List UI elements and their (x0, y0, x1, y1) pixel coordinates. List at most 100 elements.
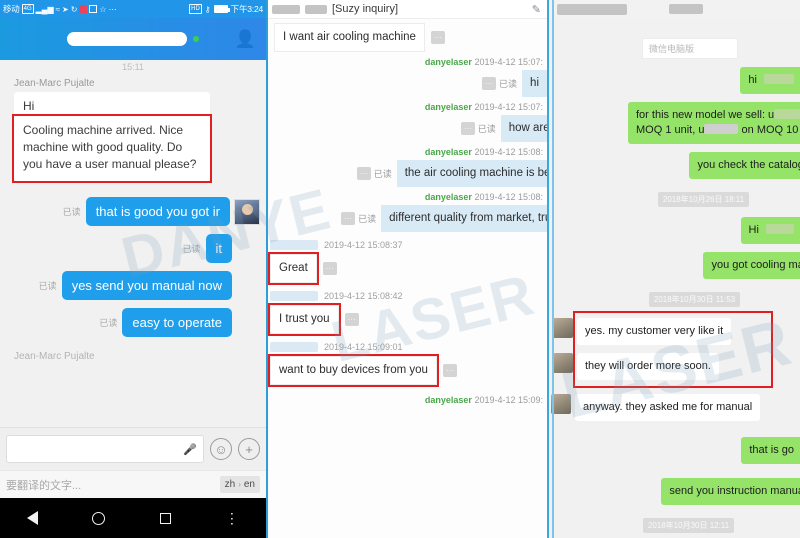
outgoing-message-row[interactable]: ⋯ 已读 hi (266, 70, 547, 97)
app-header: 👤 (0, 18, 266, 60)
screenshot-icon (89, 5, 98, 13)
microphone-icon[interactable]: 🎤 (183, 443, 197, 456)
plus-icon[interactable]: + (238, 438, 260, 460)
source-label-row: 微信电脑版 (547, 24, 800, 63)
system-timestamp-row: 2018年10月26日 18:11 (547, 183, 800, 213)
message-bubble-outgoing: that is go (741, 437, 800, 464)
message-bubble-incoming: anyway. they asked me for manual (575, 394, 761, 421)
mid-chat-header: [Suzy inquiry] ✎ (266, 0, 547, 19)
incoming-message-row[interactable]: I trust you ⋯ (266, 303, 547, 336)
status-bar-left-icons: 移动 4G ▂▄▆ ≈ ➤ ↻ ☆ ⋯ (3, 3, 189, 15)
sender-label: danyelaser (424, 192, 472, 202)
more-actions-icon[interactable]: ⋯ (344, 313, 359, 326)
message-line-1: for this new model we sell: u (636, 108, 800, 123)
timestamp: 2019-4-12 15:07: (474, 102, 543, 112)
system-timestamp-row: 2018年10月30日 12:11 (547, 509, 800, 538)
sync-icon: ↻ (70, 4, 78, 14)
incoming-message-row[interactable]: they will order more soon. (549, 349, 771, 386)
read-receipt: 已读 (99, 318, 118, 328)
more-vertical-icon[interactable]: ⋮ (225, 510, 239, 527)
contact-redacted (557, 3, 627, 15)
home-icon[interactable] (92, 511, 106, 525)
sender-label: danyelaser (424, 102, 472, 112)
lang-from-label: zh (224, 479, 236, 490)
left-chat-body[interactable]: 15:11 Jean-Marc Pujalte Hi Cooling machi… (0, 60, 266, 470)
wechat-header (547, 0, 800, 18)
incoming-message-row[interactable]: yes. my customer very like it (549, 313, 771, 349)
outgoing-message-row[interactable]: for this new model we sell: u MOQ 1 unit… (547, 98, 800, 148)
message-meta: danyelaser 2019-4-12 15:09: (266, 385, 547, 408)
outgoing-message-row[interactable]: 已读 it (0, 234, 232, 263)
outgoing-message-row[interactable]: ⋯已读 different quality from market, trust… (266, 205, 547, 232)
more-actions-icon[interactable]: ⋯ (442, 364, 457, 377)
wifi-icon: ≈ (55, 4, 60, 14)
incoming-message-row[interactable]: want to buy devices from you ⋯ (266, 354, 547, 387)
avatar (553, 318, 573, 338)
outgoing-message-row[interactable]: 已读 that is good you got ir (0, 197, 260, 226)
online-dot-icon (193, 36, 199, 42)
timestamp-row: 2019-4-12 15:08:37 (266, 232, 547, 254)
message-bubble-outgoing: you got cooling machin (703, 252, 800, 279)
message-meta: danyelaser 2019-4-12 15:08: (266, 142, 547, 160)
highlighted-message-text: Cooling machine arrived. Nice machine wi… (12, 114, 212, 183)
outgoing-message-row[interactable]: that is go (547, 425, 800, 468)
recents-icon[interactable] (159, 512, 171, 524)
contact-redacted (272, 4, 300, 14)
incoming-message-row[interactable]: Great ⋯ (266, 252, 547, 285)
redacted-text (764, 74, 794, 84)
avatar (234, 198, 260, 225)
outgoing-message-row[interactable]: hi (547, 63, 800, 98)
left-panel-android-chat: 移动 4G ▂▄▆ ≈ ➤ ↻ ☆ ⋯ HD ⚷ 下午3:24 👤 15:11 … (0, 0, 266, 538)
outgoing-message-row[interactable]: ⋯已读 the air cooling machine is best u (266, 160, 547, 187)
system-timestamp: 2018年10月26日 18:11 (657, 192, 750, 207)
timestamp-row: 2019-4-12 15:09:01 (266, 334, 547, 356)
battery-icon (213, 5, 230, 13)
outgoing-message-row[interactable]: send you instruction manual la (547, 468, 800, 509)
compose-icon[interactable]: ✎ (532, 3, 541, 16)
message-bubble-incoming: yes. my customer very like it (577, 318, 732, 345)
outgoing-message-row[interactable]: 已读 easy to operate (0, 308, 232, 337)
timestamp: 2019-4-12 15:07: (474, 57, 543, 67)
outgoing-message-row[interactable]: Hi (547, 213, 800, 248)
read-receipt: ⋯ 已读 (460, 122, 496, 135)
more-actions-icon[interactable]: ⋯ (322, 262, 337, 275)
outgoing-message-row[interactable]: ⋯已读 how are yo (266, 115, 547, 142)
language-selector[interactable]: zh › en (219, 476, 260, 493)
back-icon[interactable] (27, 511, 39, 525)
message-text: Hi (23, 99, 35, 113)
lang-to-label: en (243, 479, 255, 490)
timestamp: 2019-4-12 15:08:42 (324, 291, 403, 301)
mid-chat-body[interactable]: I want air cooling machine ⋯ danyelaser … (266, 19, 547, 538)
more-icon: ⋯ (108, 4, 117, 14)
outgoing-message-row[interactable]: 已读 yes send you manual now (0, 271, 232, 300)
highlighted-message-bubble: Great (268, 252, 319, 285)
highlighted-message-group: yes. my customer very like it they will … (553, 311, 773, 388)
footer-sender-name: Jean-Marc Pujalte (14, 351, 95, 362)
wechat-chat-body[interactable]: 微信电脑版 hi for this new model we sell: u M… (547, 18, 800, 538)
more-actions-icon[interactable]: ⋯ (460, 122, 475, 135)
incoming-message-card[interactable]: Hi Cooling machine arrived. Nice machine… (12, 92, 212, 183)
calendar-icon (79, 5, 88, 13)
chat-title: [Suzy inquiry] (332, 3, 399, 15)
outgoing-message-row[interactable]: you check the catalogue for (547, 148, 800, 183)
sender-label: danyelaser (424, 147, 472, 157)
message-text: hi (748, 74, 757, 86)
sender-name: Jean-Marc Pujalte (14, 78, 95, 89)
more-actions-icon[interactable]: ⋯ (482, 77, 497, 90)
more-actions-icon[interactable]: ⋯ (356, 167, 371, 180)
more-actions-icon[interactable]: ⋯ (430, 31, 445, 44)
panel-divider-mid (266, 0, 268, 538)
message-bubble-outgoing: hi (522, 70, 547, 97)
message-input[interactable]: 🎤 (6, 435, 204, 463)
more-actions-icon[interactable]: ⋯ (341, 212, 356, 225)
outgoing-message-row[interactable]: you got cooling machin (547, 248, 800, 283)
incoming-message-row[interactable]: anyway. they asked me for manual (547, 386, 800, 425)
star-icon: ☆ (99, 4, 107, 14)
message-bubble-outgoing: hi (740, 67, 800, 94)
message-bubble-outgoing: send you instruction manual la (661, 478, 800, 505)
translate-input[interactable]: 要翻译的文字... (6, 477, 220, 493)
message-meta: danyelaser 2019-4-12 15:08: (266, 187, 547, 205)
incoming-message-row[interactable]: I want air cooling machine ⋯ (266, 23, 547, 52)
emoji-icon[interactable]: ☺ (210, 438, 232, 460)
person-icon[interactable]: 👤 (235, 31, 256, 48)
